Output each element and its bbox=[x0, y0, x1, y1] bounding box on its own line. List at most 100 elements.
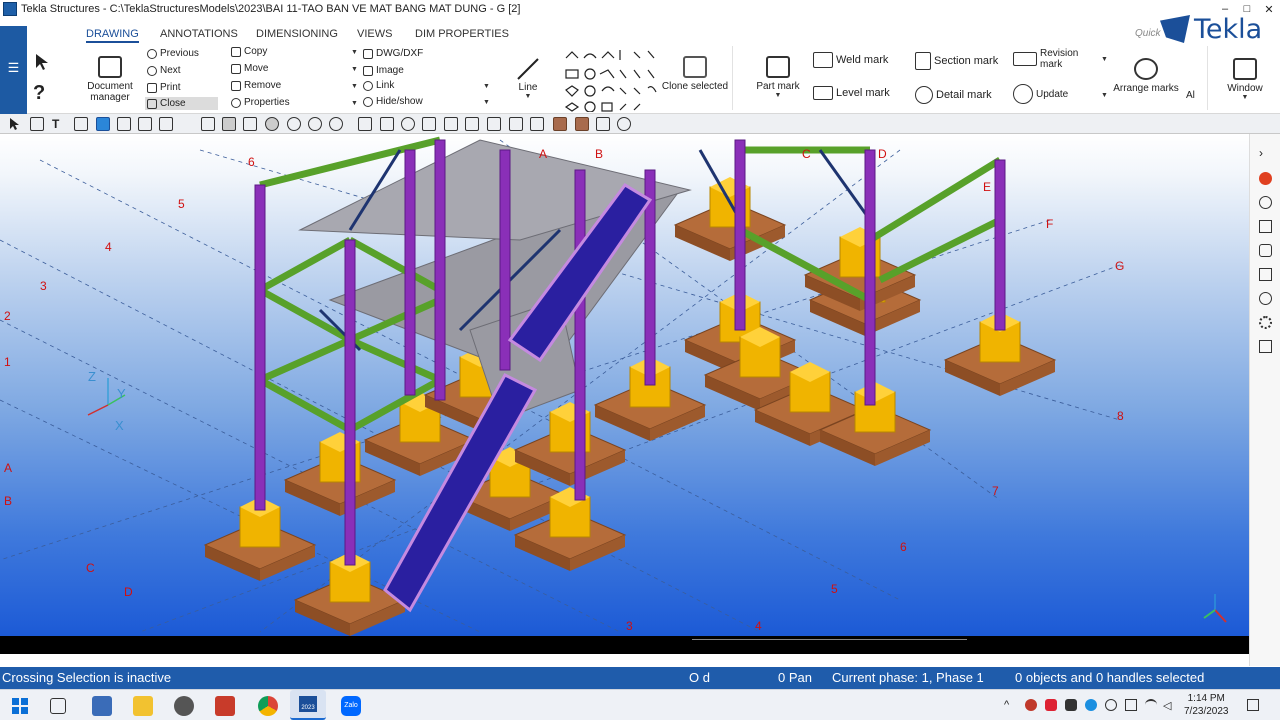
copy-button[interactable]: Copy bbox=[231, 46, 267, 57]
volume-icon[interactable]: ◁ bbox=[1163, 699, 1175, 712]
grid-snap-icon[interactable] bbox=[243, 117, 257, 131]
tray-app-2-icon[interactable] bbox=[1045, 699, 1057, 711]
snap-override-3-icon[interactable] bbox=[596, 117, 610, 131]
update-button[interactable]: Update bbox=[1013, 84, 1068, 104]
frame-tool-icon[interactable] bbox=[117, 117, 131, 131]
revision-mark-button[interactable]: Revision mark bbox=[1013, 48, 1078, 70]
view-settings-icon[interactable] bbox=[1259, 196, 1272, 209]
snap-mode-9-icon[interactable] bbox=[530, 117, 544, 131]
eye-toolbar-icon[interactable] bbox=[329, 117, 343, 131]
rectangle-tool-icon[interactable] bbox=[159, 117, 173, 131]
help-button[interactable]: ? bbox=[33, 82, 45, 105]
tab-views[interactable]: VIEWS bbox=[357, 28, 392, 40]
previous-button[interactable]: Previous bbox=[147, 48, 199, 59]
level-mark-button[interactable]: Level mark bbox=[813, 86, 890, 100]
snap-mode-7-icon[interactable] bbox=[487, 117, 501, 131]
properties-button[interactable]: Properties bbox=[231, 97, 290, 108]
document-manager-button[interactable]: Document manager bbox=[87, 56, 133, 103]
move-dropdown-caret-icon[interactable]: ▼ bbox=[351, 66, 358, 73]
snap-mode-4-icon[interactable] bbox=[422, 117, 436, 131]
snap-mode-3-icon[interactable] bbox=[401, 117, 415, 131]
sphere-icon[interactable] bbox=[308, 117, 322, 131]
office-icon[interactable] bbox=[215, 696, 235, 716]
calculator-icon[interactable] bbox=[92, 696, 112, 716]
underline-tool-icon[interactable] bbox=[74, 117, 88, 131]
task-view-icon[interactable] bbox=[50, 698, 66, 714]
microphone-icon[interactable] bbox=[1105, 699, 1117, 711]
hide-show-dropdown-caret-icon[interactable]: ▼ bbox=[483, 99, 490, 106]
properties-dropdown-caret-icon[interactable]: ▼ bbox=[351, 100, 358, 107]
dimension-tool-icon[interactable] bbox=[201, 117, 215, 131]
detail-mark-button[interactable]: Detail mark bbox=[915, 86, 992, 104]
section-mark-button[interactable]: Section mark bbox=[915, 52, 998, 70]
expand-panel-icon[interactable]: › bbox=[1259, 146, 1272, 160]
learning-icon[interactable] bbox=[1259, 244, 1272, 257]
snap-mode-8-icon[interactable] bbox=[509, 117, 523, 131]
snap-override-2-icon[interactable] bbox=[575, 117, 589, 131]
tekla-online-icon[interactable] bbox=[1259, 172, 1272, 185]
text-tool-icon[interactable]: T bbox=[52, 117, 66, 131]
snap-mode-2-icon[interactable] bbox=[380, 117, 394, 131]
network-app-icon[interactable] bbox=[174, 696, 194, 716]
next-button[interactable]: Next bbox=[147, 65, 181, 76]
document-icon[interactable] bbox=[1259, 268, 1272, 281]
select-tool-button[interactable] bbox=[33, 52, 51, 72]
dwg-dxf-button[interactable]: DWG/DXF bbox=[363, 48, 423, 59]
snap-mode-1-icon[interactable] bbox=[358, 117, 372, 131]
hide-show-button[interactable]: Hide/show bbox=[363, 96, 423, 107]
window-menu-button[interactable]: Window ▼ bbox=[1223, 58, 1267, 101]
revision-caret-icon[interactable]: ▼ bbox=[1101, 56, 1108, 63]
chrome-icon[interactable] bbox=[258, 696, 278, 716]
part-mark-button[interactable]: Part mark ▼ bbox=[755, 56, 801, 99]
zalo-icon[interactable]: Zalo bbox=[341, 696, 361, 716]
tray-app-3-icon[interactable] bbox=[1065, 699, 1077, 711]
gear-icon[interactable] bbox=[1259, 316, 1272, 329]
fill-color-icon[interactable] bbox=[96, 117, 110, 131]
wifi-icon[interactable] bbox=[1145, 699, 1157, 711]
start-icon[interactable] bbox=[10, 696, 30, 716]
snap-mode-5-icon[interactable] bbox=[444, 117, 458, 131]
tekla-taskbar-button[interactable]: 2023 bbox=[290, 690, 326, 720]
snap-mode-6-icon[interactable] bbox=[465, 117, 479, 131]
link-button[interactable]: Link bbox=[363, 80, 394, 91]
copy-dropdown-caret-icon[interactable]: ▼ bbox=[351, 49, 358, 56]
move-button[interactable]: Move bbox=[231, 63, 268, 74]
tab-annotations[interactable]: ANNOTATIONS bbox=[160, 28, 238, 40]
battery-icon[interactable] bbox=[1125, 699, 1137, 711]
tray-app-1-icon[interactable] bbox=[1025, 699, 1037, 711]
component-icon[interactable] bbox=[1259, 340, 1272, 353]
link-dropdown-caret-icon[interactable]: ▼ bbox=[483, 83, 490, 90]
model-3d-scene[interactable]: 6 5 4 3 2 1 A B C D A B C D E F G 8 7 6 5 4 3 bbox=[0, 134, 1249, 636]
shape-tools-icon[interactable] bbox=[564, 48, 660, 113]
image-button[interactable]: Image bbox=[363, 65, 404, 76]
globe-icon[interactable] bbox=[1259, 292, 1272, 305]
remove-button[interactable]: Remove bbox=[231, 80, 281, 91]
visibility-icon[interactable] bbox=[617, 117, 631, 131]
zoom-icon[interactable] bbox=[265, 117, 279, 131]
update-caret-icon[interactable]: ▼ bbox=[1101, 92, 1108, 99]
print-button[interactable]: Print bbox=[147, 82, 181, 93]
onedrive-icon[interactable] bbox=[1085, 699, 1097, 711]
file-explorer-icon[interactable] bbox=[133, 696, 153, 716]
orientation-gizmo-icon[interactable] bbox=[1203, 594, 1227, 623]
remove-dropdown-caret-icon[interactable]: ▼ bbox=[351, 83, 358, 90]
snap-override-1-icon[interactable] bbox=[553, 117, 567, 131]
pin-icon[interactable] bbox=[287, 117, 301, 131]
close-drawing-button[interactable]: Close bbox=[145, 97, 218, 110]
clone-selected-button[interactable]: Clone selected bbox=[657, 56, 733, 92]
hatch-tool-icon[interactable] bbox=[138, 117, 152, 131]
quick-launch-search[interactable]: Quick bbox=[1135, 28, 1161, 39]
arrange-marks-button[interactable]: Arrange marks bbox=[1113, 58, 1179, 94]
line-tool-button[interactable]: Line ▼ bbox=[512, 56, 544, 100]
tab-dimensioning[interactable]: DIMENSIONING bbox=[256, 28, 338, 40]
all-button[interactable]: Al bbox=[1186, 90, 1195, 101]
notifications-icon[interactable] bbox=[1247, 699, 1259, 711]
tab-drawing[interactable]: DRAWING bbox=[86, 28, 139, 43]
weld-mark-button[interactable]: Weld mark bbox=[813, 52, 888, 68]
draw-line-icon[interactable] bbox=[30, 117, 44, 131]
taskbar-clock[interactable]: 1:14 PM 7/23/2023 bbox=[1184, 692, 1229, 718]
tab-dim-properties[interactable]: DIM PROPERTIES bbox=[415, 28, 509, 40]
catalog-icon[interactable] bbox=[1259, 220, 1272, 233]
model-viewport[interactable]: 6 5 4 3 2 1 A B C D A B C D E F G 8 7 6 5 4 3 Z Y X bbox=[0, 134, 1249, 636]
tray-overflow-icon[interactable]: ^ bbox=[1004, 699, 1016, 711]
